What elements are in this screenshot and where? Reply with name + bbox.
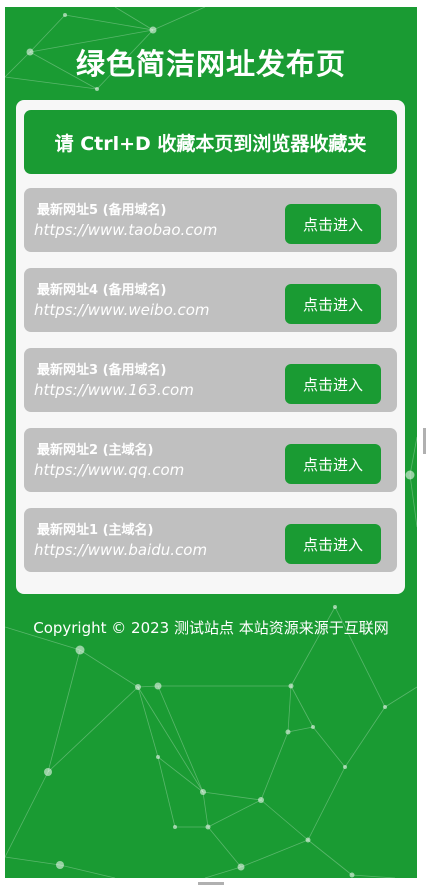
link-row-2: 最新网址2 (主域名) https://www.qq.com 点击进入	[24, 428, 397, 492]
link-url[interactable]: https://www.qq.com	[34, 461, 184, 479]
copyright-footer: Copyright © 2023 测试站点 本站资源来源于互联网	[33, 619, 389, 637]
link-url[interactable]: https://www.taobao.com	[34, 221, 217, 239]
link-row-1: 最新网址1 (主域名) https://www.baidu.com 点击进入	[24, 508, 397, 572]
enter-button[interactable]: 点击进入	[285, 444, 381, 484]
vertical-scrollbar[interactable]	[423, 428, 426, 454]
enter-button[interactable]: 点击进入	[285, 204, 381, 244]
link-row-5: 最新网址5 (备用域名) https://www.taobao.com 点击进入	[24, 188, 397, 252]
page-background: 绿色简洁网址发布页 请 Ctrl+D 收藏本页到浏览器收藏夹 最新网址5 (备用…	[5, 7, 417, 878]
link-row-4: 最新网址4 (备用域名) https://www.weibo.com 点击进入	[24, 268, 397, 332]
enter-button[interactable]: 点击进入	[285, 524, 381, 564]
link-title: 最新网址2 (主域名)	[37, 443, 154, 458]
link-title: 最新网址3 (备用域名)	[37, 363, 167, 378]
link-panel: 请 Ctrl+D 收藏本页到浏览器收藏夹 最新网址5 (备用域名) https:…	[16, 100, 405, 594]
page-title: 绿色简洁网址发布页	[75, 47, 346, 81]
link-title: 最新网址1 (主域名)	[37, 523, 154, 538]
enter-button[interactable]: 点击进入	[285, 364, 381, 404]
link-title: 最新网址5 (备用域名)	[37, 203, 167, 218]
link-title: 最新网址4 (备用域名)	[37, 283, 167, 298]
bookmark-hint-banner: 请 Ctrl+D 收藏本页到浏览器收藏夹	[24, 110, 397, 174]
link-row-3: 最新网址3 (备用域名) https://www.163.com 点击进入	[24, 348, 397, 412]
enter-button[interactable]: 点击进入	[285, 284, 381, 324]
link-url[interactable]: https://www.163.com	[34, 381, 194, 399]
link-url[interactable]: https://www.weibo.com	[34, 301, 210, 319]
link-url[interactable]: https://www.baidu.com	[34, 541, 207, 559]
horizontal-scrollbar[interactable]	[198, 882, 224, 885]
